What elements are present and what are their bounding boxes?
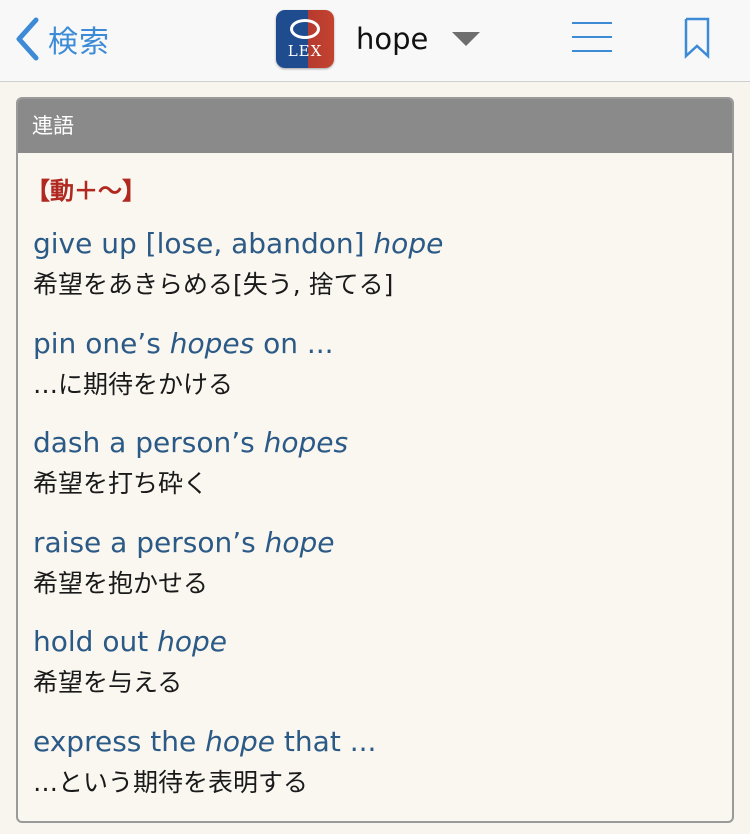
navigation-bar: 検索 LEX hope: [0, 0, 750, 82]
headword-emphasis: hope: [373, 227, 444, 260]
list-item: raise a person’s hope 希望を抱かせる: [33, 522, 713, 622]
panel-header: 連語: [18, 99, 732, 153]
collocation-translation: 希望を与える: [33, 668, 183, 697]
collocation-phrase[interactable]: dash a person’s hopes: [33, 422, 713, 464]
collocation-translation: 希望をあきらめる[失う, 捨てる]: [33, 270, 394, 299]
collocation-phrase[interactable]: express the hope that ...: [33, 721, 713, 763]
bookmark-button[interactable]: [683, 17, 711, 59]
headword-title: hope: [356, 22, 429, 56]
list-item: hold out hope 希望を与える: [33, 621, 713, 721]
collocation-phrase[interactable]: hold out hope: [33, 621, 713, 663]
collocation-phrase[interactable]: pin one’s hopes on ...: [33, 323, 713, 365]
back-label: 検索: [48, 25, 110, 60]
headword-emphasis: hope: [264, 525, 335, 559]
collocation-translation: …という期待を表明する: [33, 767, 309, 797]
logo-ring-icon: [290, 19, 320, 39]
collocation-list: give up [lose, abandon] hope 希望をあきらめる[失う…: [33, 223, 713, 820]
collocation-translation: 希望を抱かせる: [33, 568, 209, 598]
bookmark-icon: [684, 17, 710, 59]
collocation-translation: …に期待をかける: [33, 369, 234, 399]
list-item: give up [lose, abandon] hope 希望をあきらめる[失う…: [33, 223, 713, 323]
menu-line-icon: [572, 36, 612, 38]
collocation-panel: 連語 【動＋〜】 give up [lose, abandon] hope 希望…: [16, 97, 734, 823]
dictionary-logo: LEX: [276, 10, 334, 68]
menu-button[interactable]: [572, 20, 612, 54]
back-button[interactable]: 検索: [14, 16, 110, 62]
list-item: express the hope that ... …という期待を表明する: [33, 721, 713, 821]
menu-line-icon: [572, 50, 612, 52]
list-item: dash a person’s hopes 希望を打ち砕く: [33, 422, 713, 522]
triangle-down-icon[interactable]: [452, 32, 481, 46]
chevron-left-icon: [16, 17, 39, 61]
list-item: pin one’s hopes on ... …に期待をかける: [33, 323, 713, 423]
headword-emphasis: hope: [157, 625, 227, 658]
collocation-phrase[interactable]: give up [lose, abandon] hope: [33, 223, 713, 265]
collocation-phrase[interactable]: raise a person’s hope: [33, 522, 713, 564]
collocation-translation: 希望を打ち砕く: [33, 469, 209, 498]
headword-emphasis: hopes: [263, 426, 349, 459]
logo-text: LEX: [287, 42, 323, 60]
headword-emphasis: hope: [205, 724, 276, 758]
dictionary-title-group: LEX hope: [276, 9, 481, 69]
category-label: 【動＋〜】: [26, 177, 146, 205]
headword-emphasis: hopes: [169, 326, 255, 360]
menu-line-icon: [572, 22, 612, 24]
